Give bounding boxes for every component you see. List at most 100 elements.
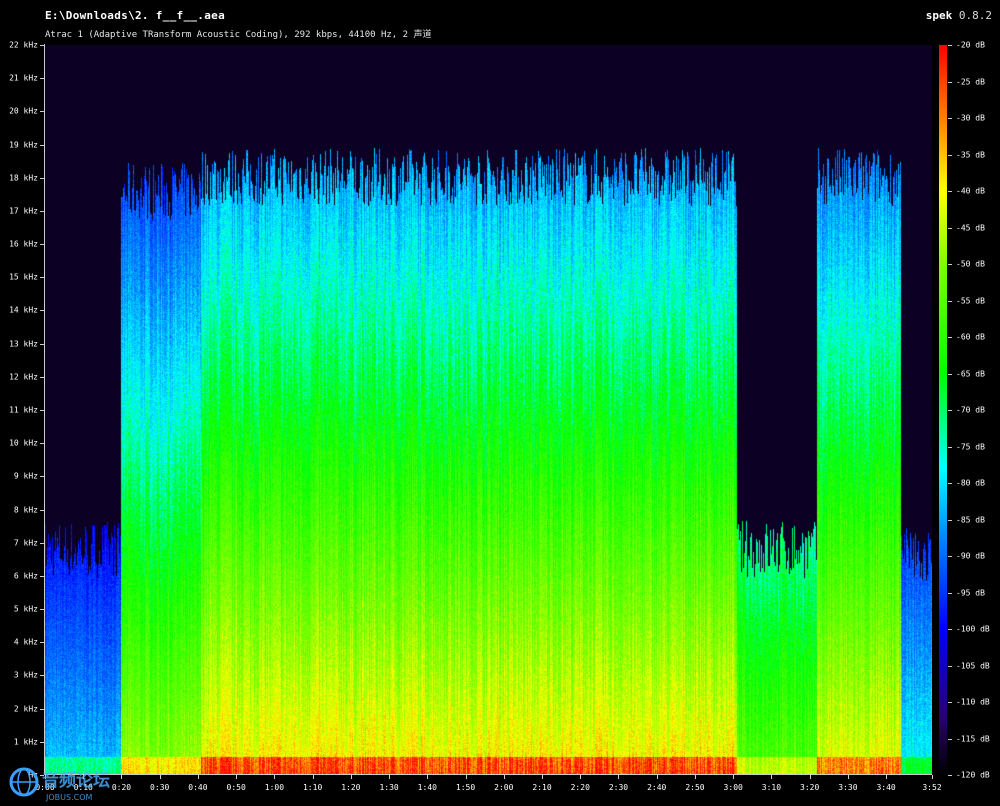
freq-tick [40,675,44,677]
freq-tick [40,244,44,246]
app-version: 0.8.2 [958,9,992,22]
freq-tick-label: 17 kHz [9,206,38,216]
time-tick [847,775,849,779]
db-tick [948,337,952,338]
freq-tick [40,45,44,46]
time-tick [932,775,933,779]
db-tick-label: -90 dB [956,551,985,561]
db-tick [948,81,952,83]
freq-tick [40,708,44,710]
db-tick-label: -100 dB [956,624,990,634]
freq-tick-label: 4 kHz [13,637,38,647]
time-tick-label: 1:20 [341,783,361,792]
db-tick-label: -95 dB [956,588,985,597]
time-tick-label: 2:20 [570,783,590,792]
db-tick [948,775,952,776]
time-tick-label: 2:00 [494,783,514,792]
freq-tick [40,642,44,644]
db-colorbar [939,45,947,775]
time-tick [580,775,582,779]
db-tick-label: -20 dB [956,40,985,50]
freq-tick [40,210,44,212]
freq-tick-label: 7 kHz [13,538,38,548]
freq-tick [40,609,44,611]
db-tick [948,592,952,594]
time-tick-label: 1:50 [455,783,476,792]
freq-tick-label: 19 kHz [9,140,38,150]
freq-tick-label: 22 kHz [9,40,38,50]
freq-tick-label: 9 kHz [13,471,38,481]
freq-tick [40,741,44,743]
freq-tick [40,443,44,445]
freq-tick [40,111,44,113]
db-tick-label: -105 dB [956,661,990,670]
db-tick-label: -65 dB [956,369,985,378]
freq-tick [40,376,44,378]
time-tick-label: 3:20 [800,783,820,792]
time-tick-label: 3:40 [876,783,896,792]
db-tick-label: -35 dB [956,150,985,159]
time-tick-label: 1:00 [264,783,285,792]
freq-tick [40,542,44,544]
freq-tick [40,78,44,80]
db-tick [948,665,952,667]
freq-tick-label: 5 kHz [13,604,38,614]
freq-tick [40,144,44,146]
db-tick [948,154,952,156]
db-tick [948,556,952,557]
freq-tick [40,310,44,312]
time-tick-label: 0:30 [150,783,170,792]
time-tick [809,775,811,779]
freq-tick-label: 11 kHz [9,405,38,415]
db-tick [948,191,952,192]
time-tick [312,775,314,779]
freq-tick-label: 6 kHz [13,571,38,581]
watermark: 音频论坛 JOBUS.COM [9,767,110,802]
freq-tick-label: 15 kHz [9,272,38,282]
db-tick-label: -80 dB [956,478,985,488]
db-tick-label: -30 dB [956,113,985,123]
db-tick-label: -60 dB [956,332,985,342]
time-tick-label: 2:30 [608,783,629,792]
db-tick [948,300,952,302]
time-tick [465,775,467,779]
spectrogram-canvas [45,45,932,775]
db-tick [948,519,952,521]
db-tick-label: -85 dB [956,515,985,524]
freq-tick [40,410,44,411]
time-tick-label: 3:00 [723,783,743,792]
watermark-text: 音频论坛 [42,770,110,791]
freq-tick-label: 16 kHz [9,239,38,249]
db-tick-label: -40 dB [956,186,985,196]
time-tick-label: 3:52 [922,783,942,792]
freq-tick-label: 18 kHz [9,173,38,183]
time-tick [159,775,161,779]
db-tick [948,373,952,375]
db-tick-label: -115 dB [956,734,990,743]
time-tick [542,775,544,779]
file-info: Atrac 1 (Adaptive TRansform Acoustic Cod… [45,30,432,40]
freq-tick [40,277,44,279]
db-tick [948,410,952,411]
time-tick-label: 0:40 [188,783,208,792]
db-tick-label: -25 dB [956,77,985,86]
freq-tick-label: 3 kHz [13,670,38,680]
time-tick-label: 1:10 [302,783,323,792]
time-tick [656,775,658,779]
time-tick-label: 2:10 [532,783,552,792]
time-tick-label: 1:30 [379,783,399,792]
freq-tick-label: 10 kHz [9,438,38,448]
db-tick [948,483,952,484]
time-tick [236,775,238,779]
db-tick [948,446,952,448]
time-tick [886,775,888,779]
db-tick-label: -70 dB [956,405,985,415]
freq-tick-label: 8 kHz [13,505,38,515]
db-tick [948,45,952,46]
db-tick-label: -50 dB [956,259,985,269]
freq-tick-label: 2 kHz [13,704,38,714]
db-tick-label: -55 dB [956,296,985,305]
time-tick [389,775,391,779]
db-tick-label: -110 dB [956,697,990,707]
time-tick [694,775,696,779]
